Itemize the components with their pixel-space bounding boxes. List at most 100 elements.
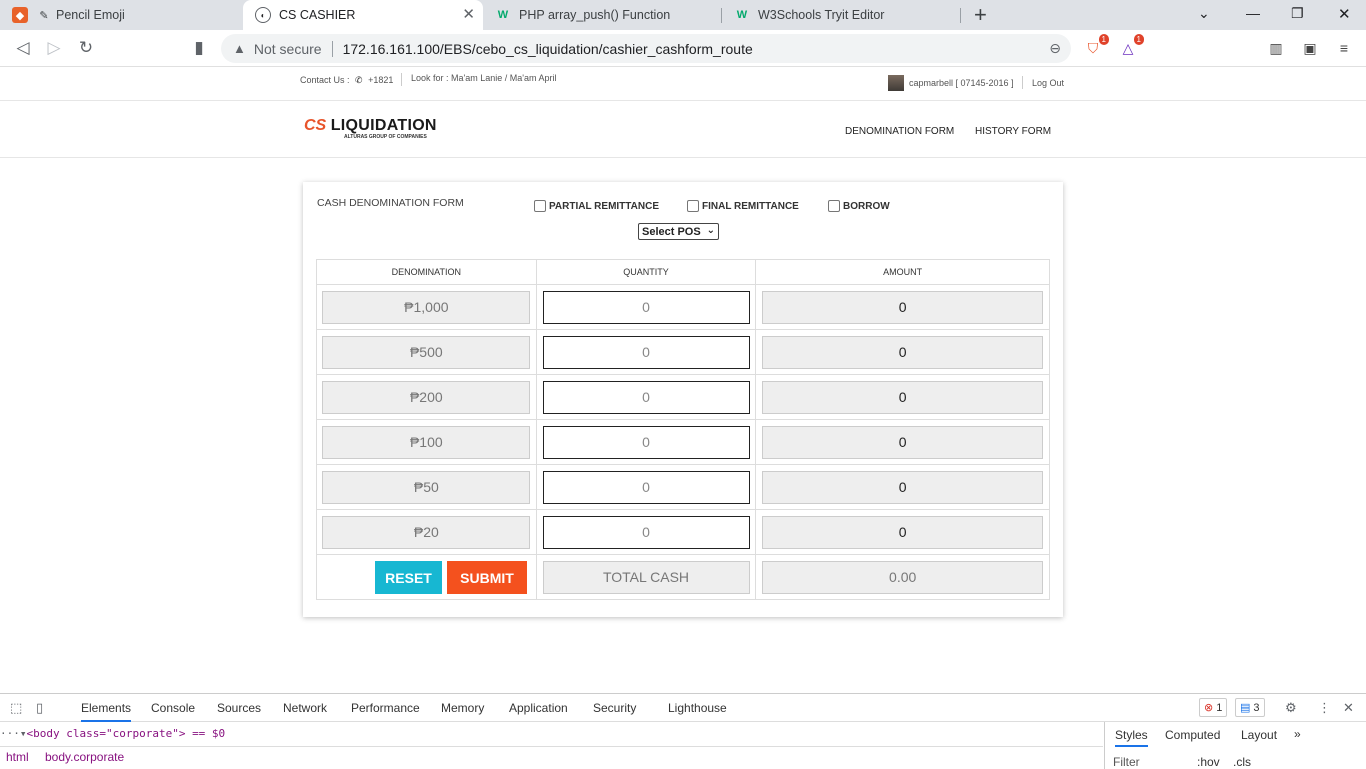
user-name: capmarbell [ 07145-2016 ]	[909, 78, 1014, 88]
expand-icon[interactable]: ···▾	[0, 727, 27, 740]
url-text[interactable]: 172.16.161.100/EBS/cebo_cs_liquidation/c…	[343, 41, 753, 57]
quantity-input[interactable]: 0	[542, 515, 750, 549]
devtools-tab-elements[interactable]: Elements	[81, 701, 132, 722]
devtools-tab-security[interactable]: Security	[593, 701, 636, 715]
crumb-html[interactable]: html	[6, 750, 29, 764]
table-row: ₱500 0 0	[316, 329, 1050, 375]
quantity-input[interactable]: 0	[542, 425, 750, 459]
crumb-body[interactable]: body.corporate	[45, 750, 124, 764]
cs-liquidation-logo[interactable]: CS LIQUIDATION ALTURAS GROUP OF COMPANIE…	[304, 117, 437, 140]
table-row: ₱20 0 0	[316, 509, 1050, 555]
checkbox-label[interactable]: FINAL REMITTANCE	[702, 201, 799, 212]
cls-toggle[interactable]: .cls	[1233, 755, 1251, 769]
quantity-header: QUANTITY	[535, 259, 757, 285]
device-toggle-icon[interactable]: ▯	[36, 700, 43, 716]
message-icon: ▤	[1240, 702, 1251, 714]
pos-select-value[interactable]: Select POS	[642, 226, 701, 238]
back-icon[interactable]: ◁	[12, 37, 34, 59]
tab-w3schools-tryit[interactable]: W W3Schools Tryit Editor	[722, 0, 960, 30]
address-bar[interactable]: ▲ Not secure 172.16.161.100/EBS/cebo_cs_…	[221, 34, 1071, 63]
quantity-input[interactable]: 0	[542, 380, 750, 414]
settings-gear-icon[interactable]: ⚙	[1285, 700, 1297, 716]
cash-denomination-card: CASH DENOMINATION FORM PARTIAL REMITTANC…	[303, 182, 1063, 617]
forward-icon[interactable]: ▷	[43, 37, 65, 59]
tab-title: W3Schools Tryit Editor	[758, 8, 885, 22]
nav-history-form[interactable]: HISTORY FORM	[975, 126, 1051, 137]
submit-button[interactable]: SUBMIT	[447, 561, 527, 594]
devtools-tab-memory[interactable]: Memory	[441, 701, 484, 715]
reload-icon[interactable]: ↻	[75, 37, 97, 59]
devtools-tab-lighthouse[interactable]: Lighthouse	[668, 701, 727, 715]
tab-title: CS CASHIER	[279, 8, 356, 22]
minimize-icon[interactable]: —	[1246, 5, 1260, 21]
brave-icon: ◆	[12, 7, 28, 23]
new-tab-icon[interactable]: +	[974, 4, 987, 26]
close-window-icon[interactable]: ✕	[1338, 5, 1351, 23]
checkbox-label[interactable]: PARTIAL REMITTANCE	[549, 201, 659, 212]
sidebar-icon[interactable]: ▥	[1266, 38, 1286, 58]
logout-link[interactable]: Log Out	[1032, 78, 1064, 88]
devtools-tab-sources[interactable]: Sources	[217, 701, 261, 715]
devtools-tab-console[interactable]: Console	[151, 701, 195, 715]
dom-node-text[interactable]: <body class="corporate"> == $0	[27, 727, 226, 740]
avatar	[888, 75, 904, 91]
amount-header: AMOUNT	[755, 259, 1050, 285]
quantity-input[interactable]: 0	[542, 335, 750, 369]
more-tabs-icon[interactable]: »	[1294, 727, 1301, 741]
restore-icon[interactable]: ❐	[1291, 5, 1304, 22]
menu-icon[interactable]: ≡	[1334, 38, 1354, 58]
w3schools-icon: W	[736, 9, 748, 21]
contact-info: Contact Us : ✆ +1821	[300, 75, 393, 86]
computed-tab[interactable]: Computed	[1165, 728, 1220, 742]
hov-toggle[interactable]: :hov	[1197, 755, 1220, 769]
amount-field: 0	[762, 515, 1044, 549]
nav-denomination-form[interactable]: DENOMINATION FORM	[845, 126, 954, 137]
tab-cs-cashier[interactable]: ◐ CS CASHIER ✕	[243, 0, 483, 30]
quantity-input[interactable]: 0	[542, 290, 750, 324]
amount-field: 0	[762, 290, 1044, 324]
pos-select[interactable]: Select POS ⌄	[638, 223, 719, 240]
bookmark-icon[interactable]: ▮	[188, 37, 210, 59]
error-count-value: 1	[1216, 701, 1223, 714]
dom-tree-line[interactable]: ···▾<body class="corporate"> == $0	[0, 727, 225, 740]
final-remittance-checkbox[interactable]: FINAL REMITTANCE	[687, 200, 799, 212]
rewards-icon[interactable]: △ 1	[1118, 34, 1144, 58]
denomination-field: ₱500	[322, 335, 531, 369]
borrow-checkbox[interactable]: BORROW	[828, 200, 890, 212]
security-label[interactable]: Not secure	[254, 41, 322, 57]
layout-tab[interactable]: Layout	[1241, 728, 1277, 742]
partial-remittance-checkbox[interactable]: PARTIAL REMITTANCE	[534, 200, 659, 212]
more-options-icon[interactable]: ⋮	[1318, 700, 1331, 716]
zoom-icon[interactable]: ⊖	[1049, 40, 1061, 57]
styles-filter-input[interactable]: Filter	[1113, 755, 1140, 769]
quantity-input[interactable]: 0	[542, 470, 750, 504]
pencil-icon: ✎	[39, 9, 49, 22]
devtools-tab-network[interactable]: Network	[283, 701, 327, 715]
wallet-icon[interactable]: ▣	[1300, 38, 1320, 58]
rewards-badge: 1	[1133, 34, 1144, 45]
tab-pencil-emoji[interactable]: ◆ ✎ Pencil Emoji	[0, 0, 242, 30]
checkbox-box[interactable]	[687, 200, 699, 212]
close-devtools-icon[interactable]: ✕	[1343, 700, 1354, 716]
tab-title: PHP array_push() Function	[519, 8, 671, 22]
denomination-table: DENOMINATION QUANTITY AMOUNT ₱1,000 0 0 …	[316, 259, 1050, 600]
styles-tab[interactable]: Styles	[1115, 728, 1148, 747]
error-count[interactable]: ⊗ 1	[1199, 698, 1228, 717]
reset-button[interactable]: RESET	[375, 561, 442, 594]
tab-search-icon[interactable]: ⌄	[1198, 5, 1210, 22]
tab-php-array-push[interactable]: W PHP array_push() Function	[483, 0, 721, 30]
checkbox-box[interactable]	[828, 200, 840, 212]
checkbox-box[interactable]	[534, 200, 546, 212]
styles-pane: Styles Computed Layout » Filter :hov .cl…	[1104, 722, 1366, 769]
brave-shield-icon[interactable]: ⛉ 1	[1083, 34, 1109, 58]
warning-icon[interactable]: ▲	[233, 41, 246, 56]
inspect-icon[interactable]: ⬚	[10, 700, 22, 716]
breadcrumb: html body.corporate	[0, 746, 1103, 769]
devtools-tab-performance[interactable]: Performance	[351, 701, 420, 715]
message-count[interactable]: ▤ 3	[1235, 698, 1265, 717]
checkbox-label[interactable]: BORROW	[843, 201, 890, 212]
close-tab-icon[interactable]: ✕	[462, 7, 475, 23]
devtools-tab-application[interactable]: Application	[509, 701, 568, 715]
w3schools-icon: W	[497, 9, 509, 21]
globe-icon: ◐	[255, 7, 271, 23]
